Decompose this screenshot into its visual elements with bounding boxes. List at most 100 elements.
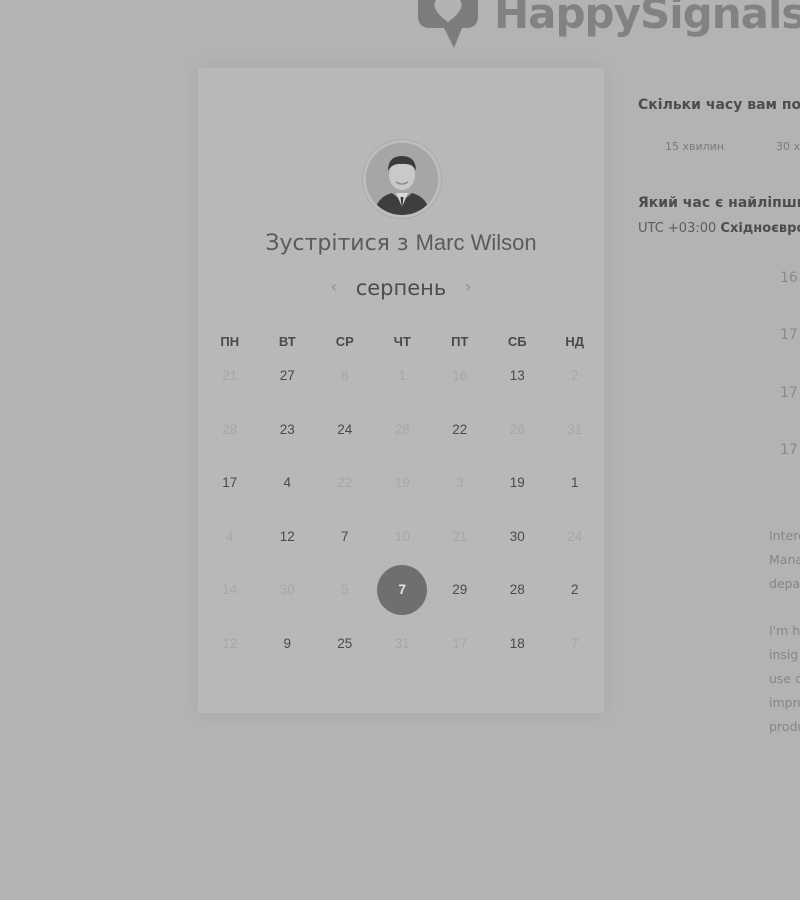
calendar-week-row: 21 27 8 1 16 13 2 bbox=[201, 349, 604, 403]
calendar-day[interactable]: 29 bbox=[431, 563, 489, 617]
calendar-day: 5 bbox=[316, 563, 374, 617]
calendar-day[interactable]: 4 bbox=[259, 456, 317, 510]
day-number: 3 bbox=[455, 475, 464, 491]
day-number: 31 bbox=[394, 635, 410, 651]
calendar-day: 31 bbox=[374, 617, 432, 671]
calendar-day[interactable]: 1 bbox=[546, 456, 604, 510]
calendar-day: 8 bbox=[316, 349, 374, 403]
host-avatar bbox=[363, 140, 441, 218]
day-number: 12 bbox=[222, 635, 238, 651]
calendar-day[interactable]: 17 bbox=[201, 456, 259, 510]
day-number: 31 bbox=[567, 421, 583, 437]
calendar-week-row: 12 9 25 31 17 18 7 bbox=[201, 617, 604, 671]
calendar-day: 31 bbox=[546, 403, 604, 457]
calendar-body: 21 27 8 1 16 13 2 28 23 24 28 22 26 31 17 4 22 19 3 19 1 4 12 7… bbox=[201, 349, 604, 670]
calendar-day[interactable]: 12 bbox=[259, 510, 317, 564]
day-number: 2 bbox=[570, 368, 579, 384]
weekday-label: СБ bbox=[507, 334, 527, 349]
calendar-day[interactable]: 22 bbox=[431, 403, 489, 457]
day-number: 4 bbox=[283, 475, 291, 491]
duration-option-15[interactable]: 15 хвилин bbox=[665, 140, 724, 153]
weekday-label: ВТ bbox=[278, 334, 296, 349]
day-number: 24 bbox=[337, 421, 353, 437]
calendar-day[interactable]: 24 bbox=[316, 403, 374, 457]
timezone-label[interactable]: UTC +03:00 Східноєвро bbox=[638, 221, 800, 236]
description-line: insig bbox=[769, 647, 799, 662]
timezone-offset: UTC +03:00 bbox=[638, 221, 717, 236]
weekday-label: ПТ bbox=[451, 334, 469, 349]
description-line: produ bbox=[769, 719, 800, 734]
day-number: 17 bbox=[452, 635, 468, 651]
calendar-day[interactable]: 19 bbox=[489, 456, 547, 510]
calendar-day[interactable]: 2 bbox=[546, 563, 604, 617]
day-number: 1 bbox=[398, 368, 406, 384]
day-number: 28 bbox=[509, 582, 525, 598]
calendar-day: 21 bbox=[431, 510, 489, 564]
description-line: I'm h bbox=[769, 623, 800, 638]
day-number: 7 bbox=[340, 528, 349, 544]
day-number: 19 bbox=[394, 475, 410, 491]
calendar-day: 30 bbox=[259, 563, 317, 617]
day-number: 26 bbox=[509, 421, 525, 437]
time-slot[interactable]: 17 bbox=[780, 442, 798, 458]
day-number: 1 bbox=[570, 475, 579, 491]
time-slot[interactable]: 17 bbox=[780, 327, 798, 343]
calendar-day: 2 bbox=[546, 349, 604, 403]
day-number: 25 bbox=[337, 635, 353, 651]
calendar-day: 10 bbox=[374, 510, 432, 564]
host-name: Marc Wilson bbox=[415, 230, 537, 255]
day-number: 19 bbox=[509, 475, 525, 491]
duration-question: Скільки часу вам по bbox=[638, 97, 800, 113]
day-number: 2 bbox=[570, 582, 579, 598]
calendar-grid: ПН ВТ СР ЧТ ПТ СБ НД 21 27 8 1 16 13 2 28 23 24 28… bbox=[201, 334, 604, 670]
calendar-day[interactable]: 7 bbox=[316, 510, 374, 564]
calendar-day: 12 bbox=[201, 617, 259, 671]
host-description-paragraph-1: Intere Mana depa bbox=[769, 524, 800, 596]
calendar-day: 7 bbox=[546, 617, 604, 671]
time-slot[interactable]: 16 bbox=[780, 270, 798, 286]
day-number: 7 bbox=[570, 635, 579, 651]
calendar-day[interactable]: 28 bbox=[489, 563, 547, 617]
weekday-label: ПН bbox=[220, 334, 240, 349]
day-number: 10 bbox=[394, 528, 410, 544]
description-line: Mana bbox=[769, 552, 800, 567]
weekday-label: ЧТ bbox=[393, 334, 411, 349]
description-line: impro bbox=[769, 695, 800, 710]
calendar-day[interactable]: 18 bbox=[489, 617, 547, 671]
chevron-left-icon[interactable]: ‹ bbox=[331, 277, 337, 296]
calendar-day[interactable]: 9 bbox=[259, 617, 317, 671]
calendar-day[interactable]: 25 bbox=[316, 617, 374, 671]
calendar-week-row: 4 12 7 10 21 30 24 bbox=[201, 510, 604, 564]
time-slot[interactable]: 17 bbox=[780, 385, 798, 401]
day-number: 7 bbox=[377, 564, 428, 615]
day-number: 12 bbox=[279, 528, 295, 544]
calendar-day: 26 bbox=[489, 403, 547, 457]
day-number: 16 bbox=[452, 368, 468, 384]
day-number: 27 bbox=[279, 368, 295, 384]
calendar-day-selected[interactable]: 7 bbox=[374, 563, 432, 617]
day-number: 14 bbox=[222, 582, 238, 598]
calendar-day: 21 bbox=[201, 349, 259, 403]
calendar-day: 22 bbox=[316, 456, 374, 510]
calendar-day[interactable]: 27 bbox=[259, 349, 317, 403]
month-label: серпень bbox=[355, 276, 447, 300]
day-number: 8 bbox=[340, 368, 349, 384]
month-navigator: ‹ серпень › bbox=[198, 276, 604, 300]
duration-option-30[interactable]: 30 х bbox=[776, 140, 800, 153]
time-selection-panel: Скільки часу вам по 15 хвилин 30 х Який … bbox=[638, 0, 800, 900]
calendar-day[interactable]: 13 bbox=[489, 349, 547, 403]
day-number: 24 bbox=[567, 528, 583, 544]
calendar-week-row: 28 23 24 28 22 26 31 bbox=[201, 403, 604, 457]
calendar-day[interactable]: 23 bbox=[259, 403, 317, 457]
day-number: 9 bbox=[283, 635, 291, 651]
day-number: 13 bbox=[509, 368, 525, 384]
time-question: Який час є найліпши bbox=[638, 195, 800, 211]
day-number: 18 bbox=[509, 635, 525, 651]
chevron-right-icon[interactable]: › bbox=[465, 277, 471, 296]
calendar-week-row: 17 4 22 19 3 19 1 bbox=[201, 456, 604, 510]
calendar-day[interactable]: 30 bbox=[489, 510, 547, 564]
day-number: 30 bbox=[509, 528, 525, 544]
day-number: 17 bbox=[222, 475, 238, 491]
calendar-day: 14 bbox=[201, 563, 259, 617]
description-line: use c bbox=[769, 671, 800, 686]
